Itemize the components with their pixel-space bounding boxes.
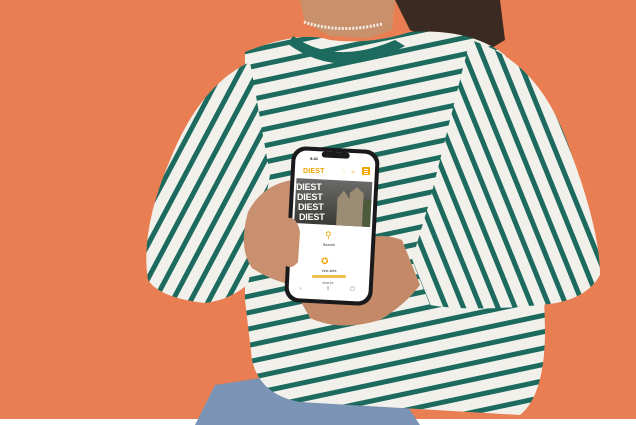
hero-word: DIEST <box>299 212 325 222</box>
back-icon[interactable]: ‹ <box>300 286 302 292</box>
menu-line-icon <box>364 173 368 174</box>
share-icon[interactable]: ⇪ <box>326 286 330 292</box>
person-icon[interactable]: ☺ <box>350 169 356 175</box>
hero-word: DIEST <box>298 202 324 212</box>
cta-label[interactable]: Vind alles <box>312 269 346 273</box>
left-thumb <box>282 217 300 267</box>
hero-word: DIEST <box>297 192 323 202</box>
cta-button[interactable] <box>312 275 346 278</box>
browser-address[interactable]: diest.be <box>313 281 343 285</box>
heart-icon[interactable]: ♡ <box>341 169 347 175</box>
location-pin-icon: ⚲ <box>325 230 332 240</box>
menu-line-icon <box>364 171 368 172</box>
section-label[interactable]: Bezoek <box>316 243 342 247</box>
status-bar-time: 9:41 <box>310 156 319 161</box>
diest-logo: DIEST <box>303 168 325 175</box>
tabs-icon[interactable]: ▢ <box>350 286 355 292</box>
hero-tree <box>362 199 372 227</box>
menu-button[interactable] <box>362 167 370 175</box>
discover-icon: ✪ <box>321 256 329 266</box>
browser-toolbar: ‹ ⇪ ▢ <box>296 286 362 294</box>
menu-line-icon <box>364 169 368 170</box>
hero-word: DIEST <box>296 182 322 192</box>
